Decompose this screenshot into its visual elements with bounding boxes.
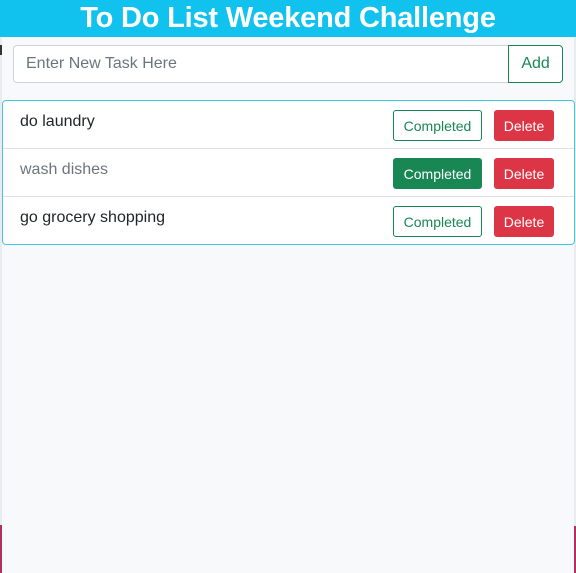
complete-button[interactable]: Completed xyxy=(393,158,482,189)
edge-mark xyxy=(0,525,2,573)
task-item: do laundry Completed Delete xyxy=(3,101,574,149)
new-task-input[interactable] xyxy=(13,45,509,83)
page-title: To Do List Weekend Challenge xyxy=(80,2,496,34)
task-name: go grocery shopping xyxy=(20,209,165,226)
task-item: go grocery shopping Completed Delete xyxy=(3,197,574,244)
task-list: do laundry Completed Delete wash dishes … xyxy=(2,100,575,245)
window-edge-left xyxy=(0,0,2,573)
app-header: To Do List Weekend Challenge xyxy=(0,0,576,37)
delete-button[interactable]: Delete xyxy=(494,110,554,141)
delete-button[interactable]: Delete xyxy=(494,158,554,189)
complete-button[interactable]: Completed xyxy=(393,110,482,141)
add-task-row: Add xyxy=(13,45,563,83)
task-item: wash dishes Completed Delete xyxy=(3,149,574,197)
task-name: wash dishes xyxy=(20,161,109,178)
add-task-button[interactable]: Add xyxy=(508,45,563,83)
edge-mark xyxy=(0,45,2,55)
task-name: do laundry xyxy=(20,113,95,130)
complete-button[interactable]: Completed xyxy=(393,206,482,237)
delete-button[interactable]: Delete xyxy=(494,206,554,237)
